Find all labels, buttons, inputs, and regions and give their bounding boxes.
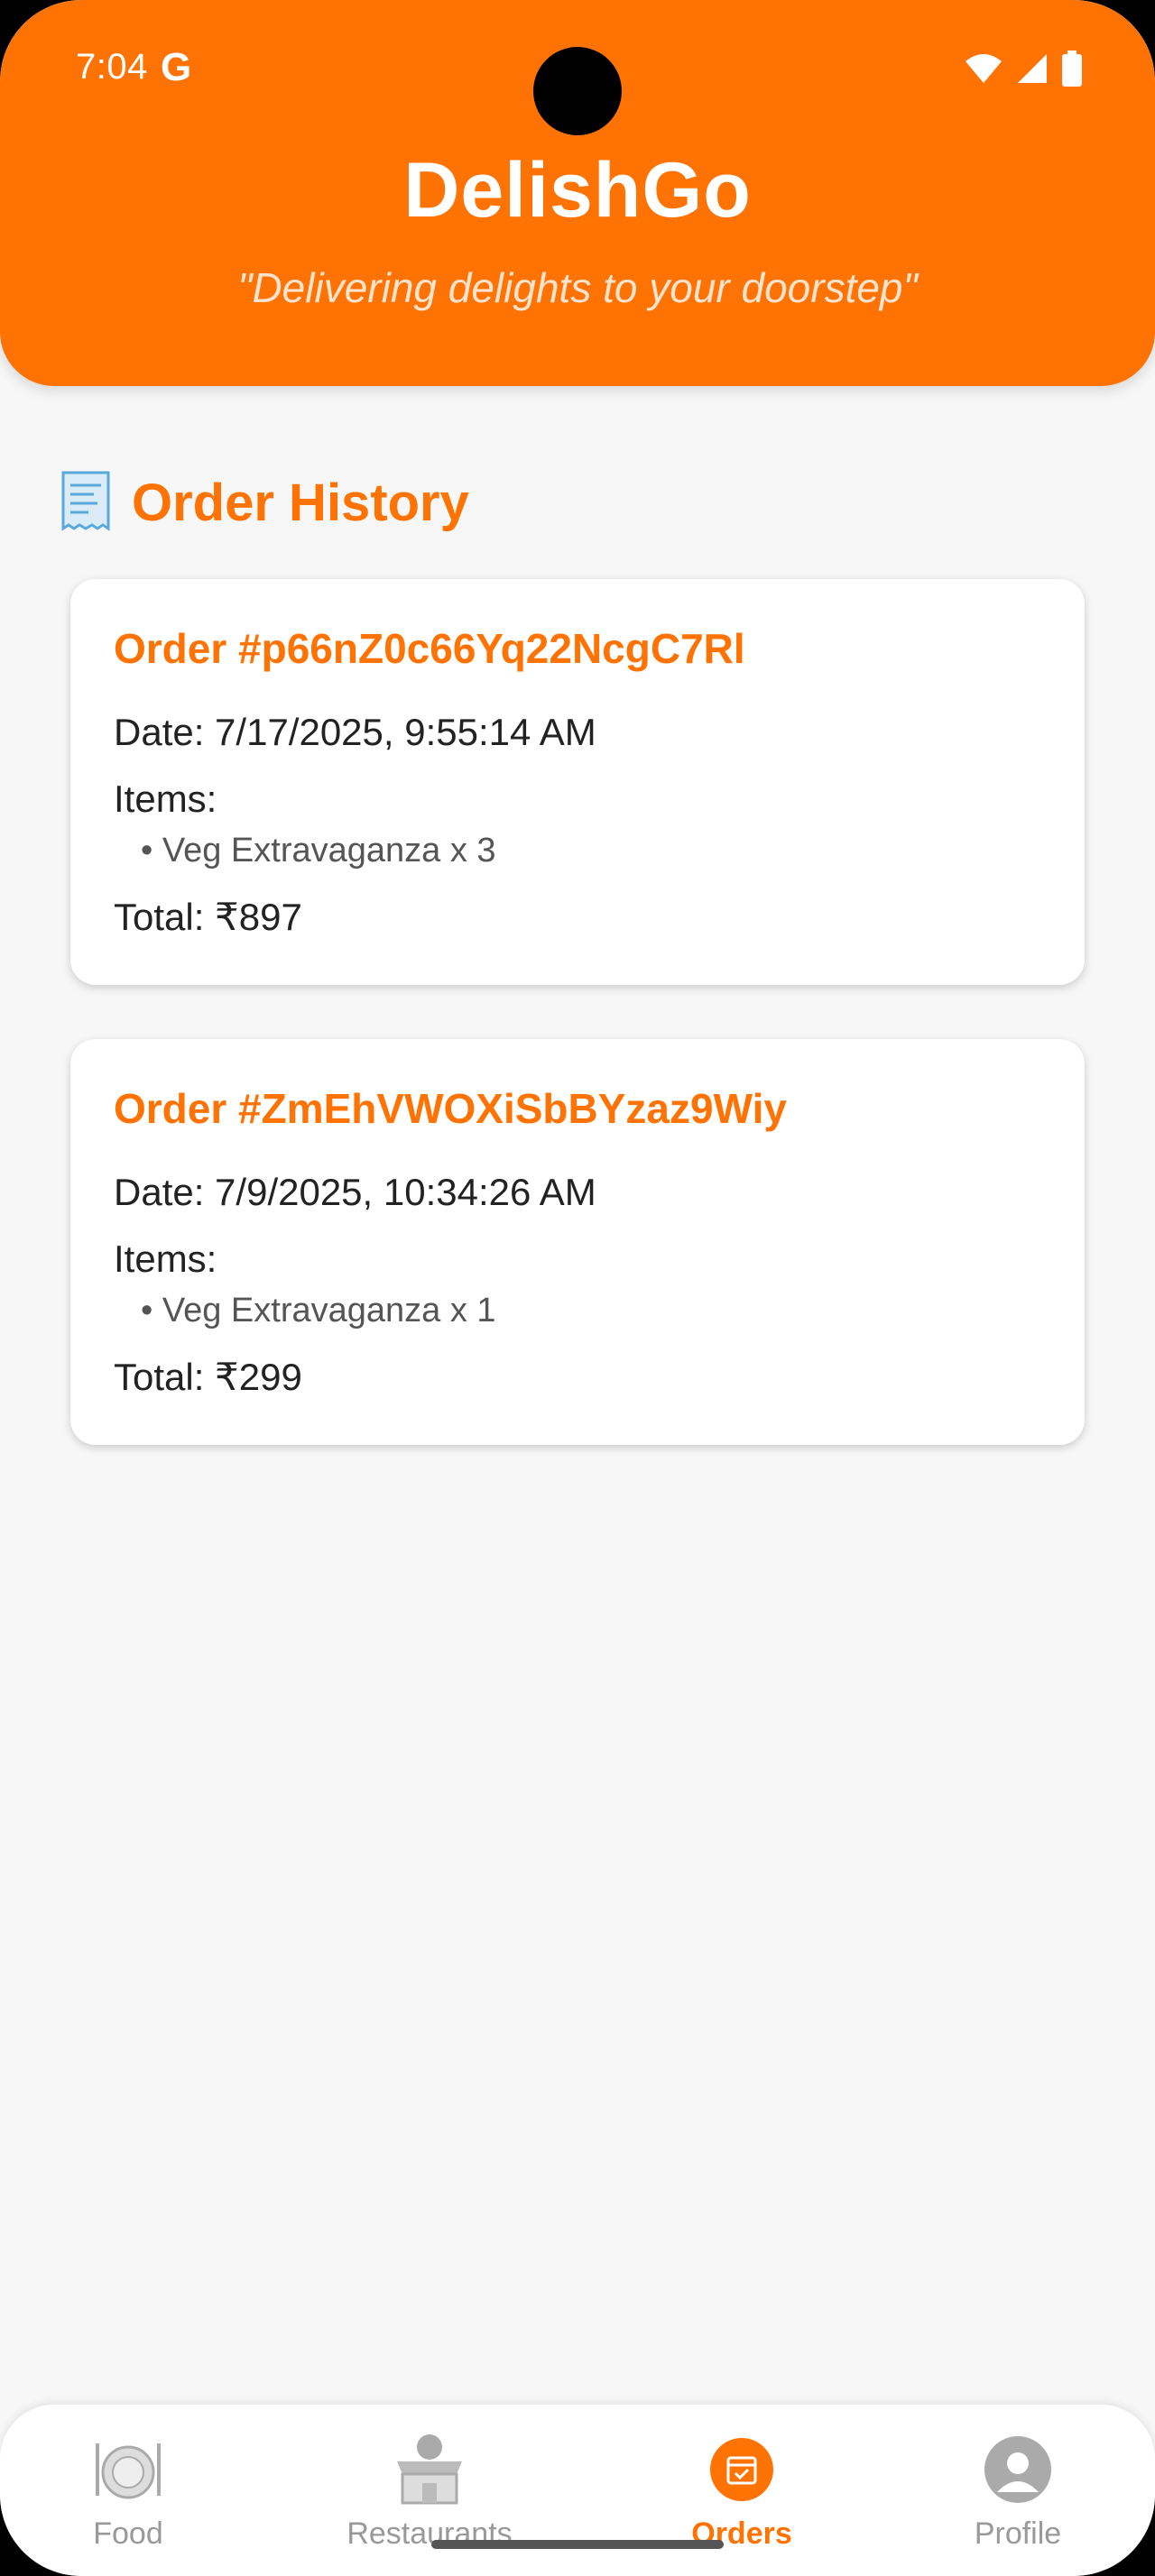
nav-label: Profile [974,2516,1062,2551]
order-item: • Veg Extravaganza x 3 [141,832,496,869]
nav-label: Food [93,2516,163,2551]
bottom-navigation: Food Restaurants Orders Profile [0,2405,1155,2576]
order-date: Date: 7/9/2025, 10:34:26 AM [114,1171,596,1213]
profile-icon [984,2436,1051,2503]
orders-icon [710,2438,773,2501]
status-time: 7:04 [76,47,148,87]
order-card[interactable]: Order #p66nZ0c66Yq22NcgC7Rl Date: 7/17/2… [70,579,1085,985]
items-label: Items: [114,777,217,820]
order-total: Total: ₹299 [114,1356,302,1398]
order-item: • Veg Extravaganza x 1 [141,1292,496,1329]
nav-item-food[interactable]: Food [20,2433,236,2552]
battery-icon [1062,51,1082,87]
nav-item-profile[interactable]: Profile [910,2433,1126,2552]
restaurant-icon [397,2434,462,2505]
app-title: DelishGo [403,147,752,234]
signal-icon [1018,54,1047,83]
order-history-heading: Order History [58,471,469,534]
camera-cutout [533,47,622,135]
section-title: Order History [132,473,469,532]
nav-item-restaurants[interactable]: Restaurants [321,2433,538,2552]
items-label: Items: [114,1237,217,1280]
app-tagline: "Delivering delights to your doorstep" [237,264,918,311]
wifi-icon [966,54,1002,83]
order-total: Total: ₹897 [114,896,302,938]
order-id: Order #ZmEhVWOXiSbBYzaz9Wiy [114,1085,787,1132]
order-id: Order #p66nZ0c66Yq22NcgC7Rl [114,625,745,672]
order-date: Date: 7/17/2025, 9:55:14 AM [114,711,596,753]
order-card[interactable]: Order #ZmEhVWOXiSbBYzaz9Wiy Date: 7/9/20… [70,1039,1085,1445]
receipt-icon [61,471,110,531]
food-plate-icon [96,2443,161,2499]
google-icon: G [161,45,192,89]
status-icons [964,51,1083,87]
app-header: 7:04 G DelishGo "Delivering delights to … [0,0,1155,386]
nav-item-orders[interactable]: Orders [633,2433,850,2552]
home-indicator[interactable] [431,2540,724,2549]
app-screen: 7:04 G DelishGo "Delivering delights to … [0,0,1155,2576]
